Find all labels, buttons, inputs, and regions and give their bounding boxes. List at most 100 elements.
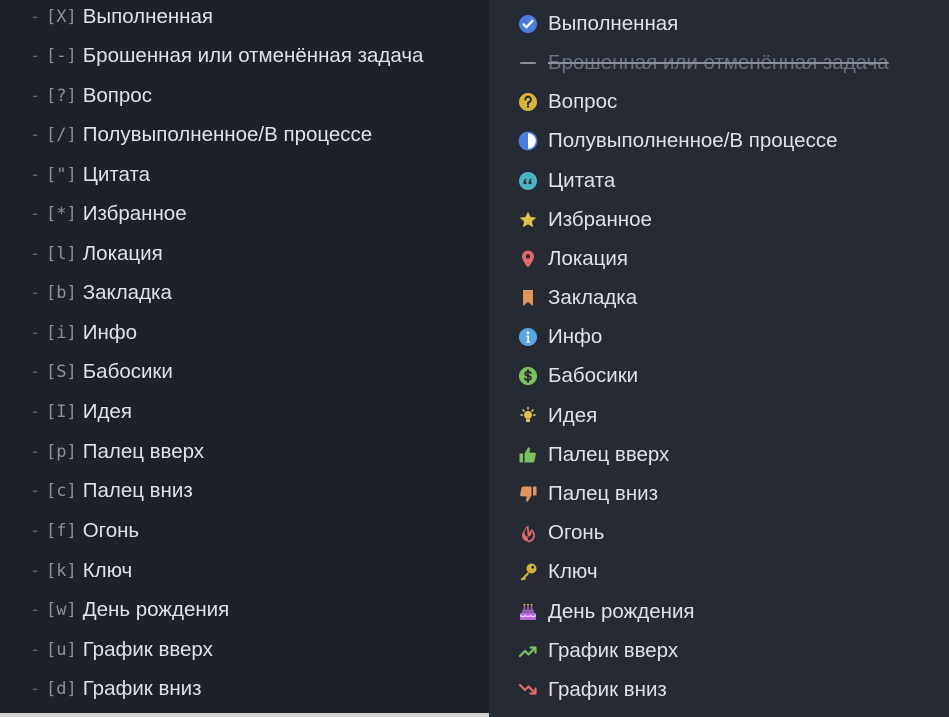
source-label: График вверх (82, 638, 213, 661)
checkbox-marker: [b] (46, 283, 77, 303)
birthday-cake-icon[interactable] (517, 601, 539, 623)
rendered-item[interactable]: Вопрос (517, 87, 617, 117)
thumbs-up-icon[interactable] (517, 444, 539, 466)
source-line[interactable]: - [-] Брошенная или отменённая задача (30, 41, 423, 71)
source-line[interactable]: - [l] Локация (30, 239, 163, 269)
list-dash: - (30, 402, 41, 422)
source-label: День рождения (82, 598, 230, 621)
dash-icon[interactable] (517, 52, 539, 74)
source-line[interactable]: - [/] Полувыполненное/В процессе (30, 120, 372, 150)
chart-down-icon[interactable] (517, 679, 539, 701)
rendered-item[interactable]: Инфо (517, 322, 602, 352)
checkbox-marker: [/] (46, 125, 77, 145)
checkbox-marker: [u] (46, 640, 77, 660)
divider-strip (0, 713, 489, 717)
rendered-item[interactable]: График вниз (517, 675, 667, 705)
source-line[interactable]: - [i] Инфо (30, 318, 137, 348)
key-icon[interactable] (517, 561, 539, 583)
bookmark-icon[interactable] (517, 287, 539, 309)
thumbs-down-icon[interactable] (517, 483, 539, 505)
source-label: Избранное (82, 202, 187, 225)
source-label: Ключ (82, 559, 133, 582)
source-label: Закладка (82, 281, 172, 304)
quote-icon[interactable] (517, 170, 539, 192)
list-dash: - (30, 600, 41, 620)
checkbox-marker: [w] (46, 600, 77, 620)
lightbulb-icon[interactable] (517, 405, 539, 427)
source-line[interactable]: - [u] График вверх (30, 635, 213, 665)
rendered-label: Палец вниз (548, 482, 658, 505)
rendered-label: Огонь (548, 521, 605, 544)
rendered-item[interactable]: Избранное (517, 205, 652, 235)
list-dash: - (30, 561, 41, 581)
list-dash: - (30, 640, 41, 660)
rendered-item[interactable]: Полувыполненное/В процессе (517, 126, 837, 156)
source-line[interactable]: - [d] График вниз (30, 674, 202, 704)
rendered-item[interactable]: Выполненная (517, 9, 678, 39)
dollar-circle-icon[interactable] (517, 365, 539, 387)
source-line[interactable]: - [p] Палец вверх (30, 437, 204, 467)
chart-up-icon[interactable] (517, 640, 539, 662)
source-line[interactable]: - [S] Бабосики (30, 357, 173, 387)
rendered-item[interactable]: Локация (517, 244, 628, 274)
rendered-item[interactable]: Палец вниз (517, 479, 658, 509)
question-circle-icon[interactable] (517, 91, 539, 113)
rendered-item[interactable]: График вверх (517, 636, 678, 666)
list-dash: - (30, 283, 41, 303)
rendered-label: График вверх (548, 639, 679, 662)
source-line[interactable]: - [b] Закладка (30, 278, 172, 308)
rendered-item[interactable]: Закладка (517, 283, 637, 313)
rendered-label: Вопрос (548, 90, 618, 113)
source-label: Локация (82, 242, 163, 265)
source-line[interactable]: - [c] Палец вниз (30, 476, 193, 506)
checkbox-marker: [k] (46, 561, 77, 581)
list-dash: - (30, 323, 41, 343)
rendered-item[interactable]: Огонь (517, 518, 604, 548)
list-dash: - (30, 125, 41, 145)
list-dash: - (30, 442, 41, 462)
rendered-item[interactable]: Палец вверх (517, 440, 669, 470)
checkbox-marker: [l] (46, 244, 77, 264)
star-icon[interactable] (517, 209, 539, 231)
checkbox-marker: [-] (46, 46, 77, 66)
rendered-label: Ключ (548, 560, 598, 583)
rendered-item[interactable]: Идея (517, 401, 597, 431)
rendered-label: Локация (548, 247, 628, 270)
rendered-item[interactable]: Цитата (517, 166, 615, 196)
checkbox-marker: [?] (46, 86, 77, 106)
checkbox-marker: [i] (46, 323, 77, 343)
source-line[interactable]: - ["] Цитата (30, 160, 150, 190)
list-dash: - (30, 86, 41, 106)
check-circle-icon[interactable] (517, 13, 539, 35)
source-line[interactable]: - [k] Ключ (30, 556, 132, 586)
rendered-label: Избранное (548, 208, 652, 231)
source-line[interactable]: - [w] День рождения (30, 595, 229, 625)
rendered-label: Брошенная или отменённая задача (548, 51, 889, 74)
fire-icon[interactable] (517, 522, 539, 544)
rendered-item[interactable]: Ключ (517, 557, 598, 587)
source-line[interactable]: - [I] Идея (30, 397, 132, 427)
source-line[interactable]: - [*] Избранное (30, 199, 187, 229)
source-label: Брошенная или отменённая задача (82, 44, 424, 67)
rendered-label: День рождения (548, 600, 695, 623)
rendered-label: График вниз (548, 678, 667, 701)
source-line[interactable]: - [f] Огонь (30, 516, 139, 546)
source-label: Инфо (82, 321, 138, 344)
checkbox-marker: [X] (46, 7, 77, 27)
source-label: Выполненная (82, 5, 214, 28)
source-label: Вопрос (82, 84, 152, 107)
source-line[interactable]: - [X] Выполненная (30, 2, 213, 32)
rendered-item[interactable]: День рождения (517, 597, 695, 627)
source-label: Идея (82, 400, 132, 423)
rendered-label: Палец вверх (548, 443, 670, 466)
rendered-item[interactable]: Брошенная или отменённая задача (517, 48, 889, 78)
info-circle-icon[interactable] (517, 326, 539, 348)
source-label: Палец вниз (82, 479, 193, 502)
list-dash: - (30, 679, 41, 699)
source-line[interactable]: - [?] Вопрос (30, 81, 152, 111)
location-pin-icon[interactable] (517, 248, 539, 270)
rendered-label: Закладка (548, 286, 638, 309)
half-circle-icon[interactable] (517, 130, 539, 152)
list-dash: - (30, 165, 41, 185)
rendered-item[interactable]: Бабосики (517, 361, 638, 391)
